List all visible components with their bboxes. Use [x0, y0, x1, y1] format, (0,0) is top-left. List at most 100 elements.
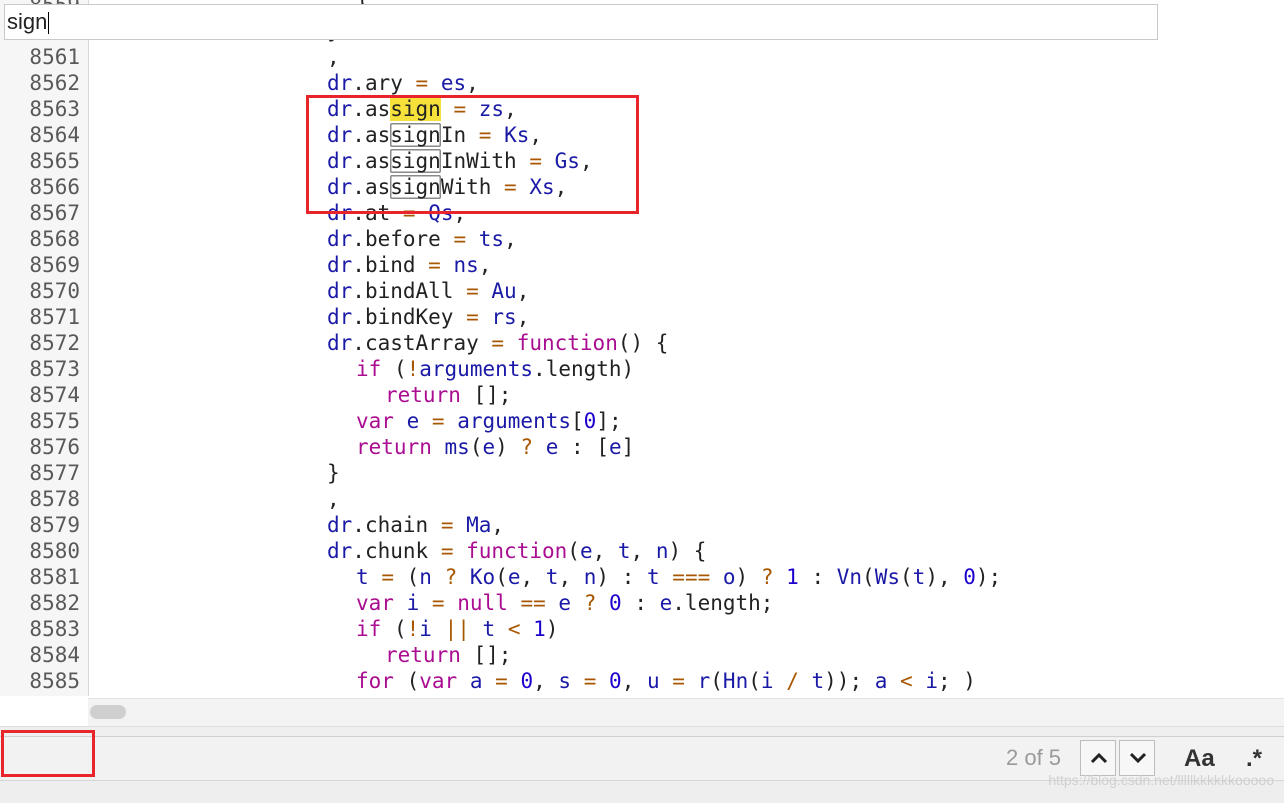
code-line[interactable]: 8567 dr.at = Qs, — [0, 200, 1284, 226]
code-token: ( — [900, 565, 913, 589]
code-line[interactable]: 8571 dr.bindKey = rs, — [0, 304, 1284, 330]
line-number: 8561 — [29, 45, 80, 69]
code-token: , — [466, 71, 479, 95]
code-line[interactable]: 8566 dr.assignWith = Xs, — [0, 174, 1284, 200]
regex-button[interactable]: .* — [1246, 742, 1262, 776]
code-token: ? — [583, 591, 597, 615]
match-count: 2 of 5 — [1006, 745, 1062, 770]
line-number: 8566 — [29, 175, 80, 199]
code-token: < — [900, 669, 913, 693]
code-token: o — [722, 565, 736, 589]
code-token: = — [431, 591, 445, 615]
line-number: 8578 — [29, 487, 80, 511]
next-match-button[interactable] — [1119, 740, 1155, 776]
line-number: 8565 — [29, 149, 80, 173]
code-token: 1 — [533, 617, 546, 641]
line-number: 8575 — [29, 409, 80, 433]
code-token: , — [478, 253, 492, 277]
code-token: , — [327, 487, 340, 511]
code-line[interactable]: 8570 dr.bindAll = Au, — [0, 278, 1284, 304]
code-token: u — [646, 669, 660, 693]
code-token: e — [558, 591, 572, 615]
code-editor[interactable]: 8559}8560}8561,8562dr.ary = es,8563dr.as… — [0, 0, 1284, 696]
code-token: t — [545, 565, 559, 589]
code-line[interactable]: 8586 — [0, 694, 1284, 696]
code-token: .bindAll — [352, 279, 467, 303]
line-number: 8569 — [29, 253, 80, 277]
code-line[interactable]: 8584 return []; — [0, 642, 1284, 668]
code-token: t — [646, 565, 660, 589]
line-number: 8582 — [29, 591, 80, 615]
code-line[interactable]: 8573 if (!arguments.length) — [0, 356, 1284, 382]
code-token: e — [545, 435, 559, 459]
code-token: ( — [393, 669, 420, 693]
code-line[interactable]: 8580 dr.chunk = function(e, t, n) { — [0, 538, 1284, 564]
code-token: Au — [491, 279, 517, 303]
code-token: i — [760, 669, 774, 693]
code-text: return []; — [385, 382, 511, 408]
code-token: === — [672, 565, 711, 589]
code-token: == — [520, 591, 546, 615]
code-token: ? — [760, 565, 774, 589]
code-line[interactable]: 8578, — [0, 486, 1284, 512]
code-token: .chunk — [352, 539, 441, 563]
code-line[interactable]: 8579 dr.chain = Ma, — [0, 512, 1284, 538]
code-line[interactable]: 8582 var i = null == e ? 0 : e.length; — [0, 590, 1284, 616]
code-token: for — [356, 669, 394, 693]
code-line[interactable]: 8572 dr.castArray = function() { — [0, 330, 1284, 356]
code-line[interactable]: 8583 if (!i || t < 1) — [0, 616, 1284, 642]
code-text: for (var a = 0, s = 0, u = r(Hn(i / t));… — [356, 668, 976, 694]
search-input[interactable]: sign — [4, 4, 1158, 40]
code-line[interactable]: 8585 for (var a = 0, s = 0, u = r(Hn(i / … — [0, 668, 1284, 694]
code-line[interactable]: 8569 dr.bind = ns, — [0, 252, 1284, 278]
chevron-down-icon — [1129, 752, 1147, 764]
code-token: ( — [567, 539, 580, 563]
code-token: , — [558, 565, 584, 589]
code-line[interactable]: 8568 dr.before = ts, — [0, 226, 1284, 252]
code-token: [ — [571, 409, 584, 433]
code-token: .chain — [352, 513, 441, 537]
code-line[interactable]: 8562 dr.ary = es, — [0, 70, 1284, 96]
code-line[interactable]: 8574 return []; — [0, 382, 1284, 408]
code-line[interactable]: 8561, — [0, 44, 1284, 70]
code-token: function — [516, 331, 618, 355]
code-token: ) — [545, 617, 559, 641]
code-text: , — [327, 44, 340, 70]
code-token: Hn — [722, 669, 749, 693]
code-token: ns — [453, 253, 479, 277]
match-case-button[interactable]: Aa — [1184, 742, 1215, 776]
horizontal-scrollbar[interactable] — [88, 698, 1284, 727]
code-token: Vn — [836, 565, 863, 589]
code-line[interactable]: 8581 t = (n ? Ko(e, t, n) : t === o) ? 1 … — [0, 564, 1284, 590]
code-line[interactable]: 8565 dr.assignInWith = Gs, — [0, 148, 1284, 174]
code-line[interactable]: 8563 dr.assign = zs, — [0, 96, 1284, 122]
code-line[interactable]: 8575 var e = arguments[0]; — [0, 408, 1284, 434]
line-number: 8568 — [29, 227, 80, 251]
code-token: / — [786, 669, 799, 693]
previous-match-button[interactable] — [1080, 740, 1116, 776]
code-token: Ko — [469, 565, 496, 589]
code-token: 0 — [963, 565, 976, 589]
code-token: Ma — [466, 513, 492, 537]
code-line[interactable]: 8577} — [0, 460, 1284, 486]
code-line[interactable]: 8564 dr.assignIn = Ks, — [0, 122, 1284, 148]
code-line[interactable]: 8576 return ms(e) ? e : [e] — [0, 434, 1284, 460]
code-text: dr.bindAll = Au, — [327, 278, 529, 304]
code-token: s — [558, 669, 572, 693]
line-number: 8577 — [29, 461, 80, 485]
search-query-text: sign — [7, 9, 48, 34]
code-token: dr — [327, 331, 353, 355]
scrollbar-thumb[interactable] — [90, 705, 126, 719]
chevron-up-icon — [1090, 752, 1108, 764]
